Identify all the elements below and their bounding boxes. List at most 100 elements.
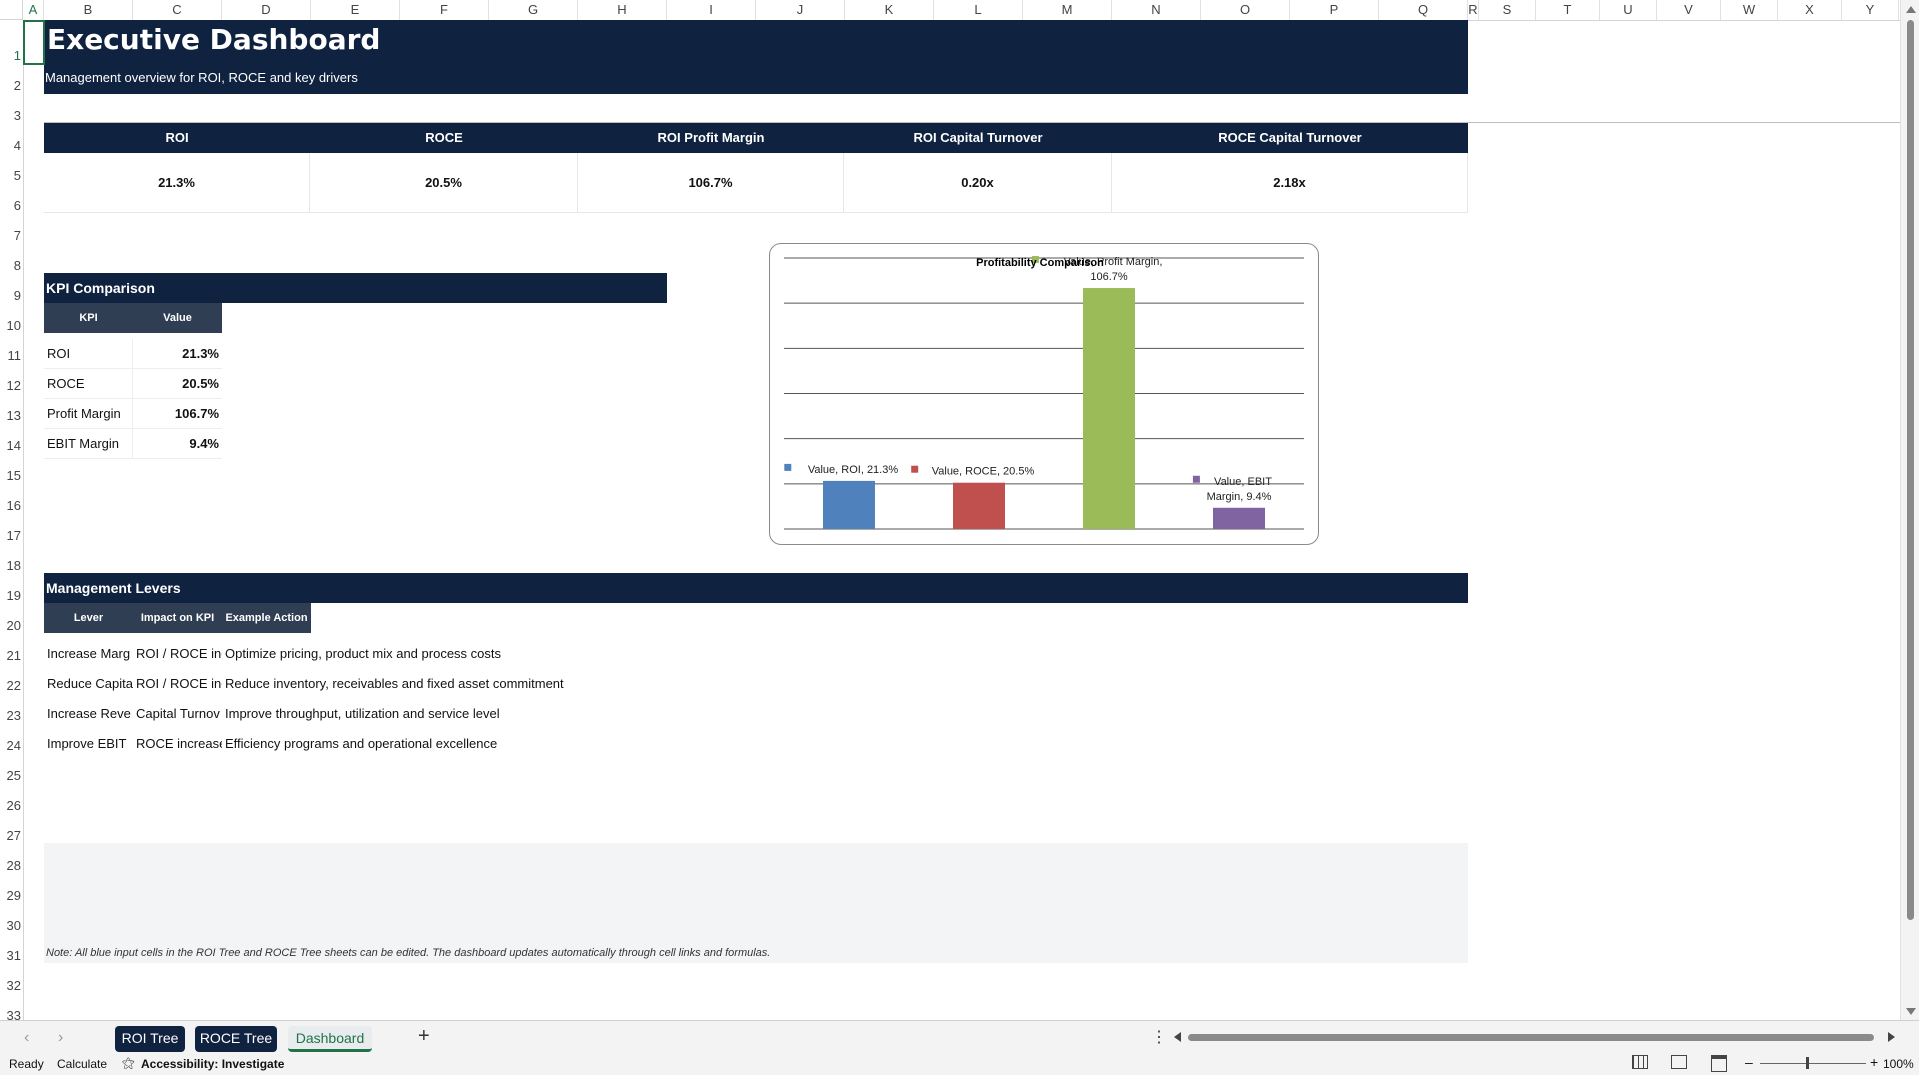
tab-scroll-left-icon[interactable]: ‹ [24, 1029, 29, 1047]
zoom-level[interactable]: 100% [1883, 1057, 1914, 1071]
select-all-corner[interactable] [0, 0, 23, 20]
column-header-w[interactable]: W [1721, 0, 1778, 20]
status-accessibility[interactable]: Accessibility: Investigate [141, 1057, 284, 1071]
column-header-t[interactable]: T [1536, 0, 1600, 20]
active-cell[interactable] [23, 20, 45, 65]
row-header-4[interactable]: 4 [0, 138, 23, 153]
column-header-s[interactable]: S [1479, 0, 1536, 20]
row-header-15[interactable]: 15 [0, 468, 23, 483]
kpi-row-roi-name[interactable]: ROI [44, 339, 133, 369]
profitability-chart[interactable]: Value, ROI, 21.3% Value, ROCE, 20.5% Value… [769, 243, 1319, 545]
column-header-p[interactable]: P [1290, 0, 1379, 20]
column-header-a[interactable]: A [23, 0, 44, 20]
column-header-x[interactable]: X [1778, 0, 1842, 20]
kpi-row-roce-name[interactable]: ROCE [44, 369, 133, 399]
lever-1-action[interactable]: Optimize pricing, product mix and proces… [222, 639, 822, 669]
h-scroll-left-icon[interactable] [1174, 1032, 1181, 1042]
tab-scroll-right-icon[interactable]: › [58, 1029, 63, 1047]
row-header-7[interactable]: 7 [0, 228, 23, 243]
row-header-16[interactable]: 16 [0, 498, 23, 513]
normal-view-icon[interactable] [1632, 1055, 1648, 1069]
row-header-13[interactable]: 13 [0, 408, 23, 423]
row-header-6[interactable]: 6 [0, 198, 23, 213]
row-header-5[interactable]: 5 [0, 168, 23, 183]
lever-4-name[interactable]: Improve EBIT [44, 729, 133, 759]
scroll-down-icon[interactable] [1906, 1008, 1916, 1015]
row-header-25[interactable]: 25 [0, 768, 23, 783]
column-header-b[interactable]: B [44, 0, 133, 20]
column-header-v[interactable]: V [1657, 0, 1721, 20]
row-header-28[interactable]: 28 [0, 858, 23, 873]
row-header-12[interactable]: 12 [0, 378, 23, 393]
row-header-32[interactable]: 32 [0, 978, 23, 993]
chart-bar-profit-margin[interactable] [1083, 288, 1135, 529]
zoom-slider[interactable] [1760, 1063, 1866, 1064]
lever-3-impact[interactable]: Capital Turnov [133, 699, 222, 729]
scroll-up-icon[interactable] [1906, 6, 1916, 13]
lever-3-action[interactable]: Improve throughput, utilization and serv… [222, 699, 822, 729]
column-header-k[interactable]: K [845, 0, 934, 20]
column-header-f[interactable]: F [400, 0, 489, 20]
more-options-icon[interactable]: ⋮ [1151, 1027, 1167, 1047]
chart-bar-ebit-margin[interactable] [1213, 507, 1265, 529]
zoom-slider-thumb[interactable] [1806, 1057, 1809, 1069]
chart-bar-roi[interactable] [823, 480, 875, 529]
kpi-value-roce-capital-turnover[interactable]: 2.18x [1112, 153, 1468, 213]
column-header-c[interactable]: C [133, 0, 222, 20]
page-break-view-icon[interactable] [1711, 1055, 1727, 1072]
tab-roi-tree[interactable]: ROI Tree [115, 1026, 185, 1052]
lever-4-impact[interactable]: ROCE increase [133, 729, 222, 759]
h-scroll-right-icon[interactable] [1888, 1032, 1895, 1042]
row-header-30[interactable]: 30 [0, 918, 23, 933]
row-header-24[interactable]: 24 [0, 738, 23, 753]
lever-4-action[interactable]: Efficiency programs and operational exce… [222, 729, 822, 759]
column-header-o[interactable]: O [1201, 0, 1290, 20]
column-header-d[interactable]: D [222, 0, 311, 20]
column-header-j[interactable]: J [756, 0, 845, 20]
lever-1-impact[interactable]: ROI / ROCE inc [133, 639, 222, 669]
kpi-row-profit-margin-name[interactable]: Profit Margin [44, 399, 133, 429]
kpi-row-roce-value[interactable]: 20.5% [133, 369, 222, 399]
column-header-h[interactable]: H [578, 0, 667, 20]
kpi-value-profit-margin[interactable]: 106.7% [578, 153, 844, 213]
row-header-29[interactable]: 29 [0, 888, 23, 903]
column-header-u[interactable]: U [1600, 0, 1657, 20]
tab-roce-tree[interactable]: ROCE Tree [195, 1026, 277, 1052]
column-header-l[interactable]: L [934, 0, 1023, 20]
accessibility-icon[interactable]: ⚝ [122, 1055, 135, 1071]
row-header-27[interactable]: 27 [0, 828, 23, 843]
kpi-row-ebit-margin-value[interactable]: 9.4% [133, 429, 222, 459]
row-header-9[interactable]: 9 [0, 288, 23, 303]
kpi-row-profit-margin-value[interactable]: 106.7% [133, 399, 222, 429]
row-header-11[interactable]: 11 [0, 348, 23, 363]
tab-dashboard[interactable]: Dashboard [288, 1026, 372, 1052]
row-header-3[interactable]: 3 [0, 108, 23, 123]
lever-3-name[interactable]: Increase Reve [44, 699, 133, 729]
row-header-20[interactable]: 20 [0, 618, 23, 633]
column-header-q[interactable]: Q [1379, 0, 1468, 20]
lever-2-name[interactable]: Reduce Capita [44, 669, 133, 699]
row-header-23[interactable]: 23 [0, 708, 23, 723]
column-header-m[interactable]: M [1023, 0, 1112, 20]
column-header-g[interactable]: G [489, 0, 578, 20]
kpi-row-roi-value[interactable]: 21.3% [133, 339, 222, 369]
row-header-21[interactable]: 21 [0, 648, 23, 663]
zoom-out-icon[interactable]: – [1745, 1054, 1753, 1070]
column-header-n[interactable]: N [1112, 0, 1201, 20]
lever-1-name[interactable]: Increase Marg [44, 639, 133, 669]
column-header-e[interactable]: E [311, 0, 400, 20]
add-sheet-icon[interactable]: + [418, 1025, 430, 1048]
page-layout-view-icon[interactable] [1671, 1055, 1687, 1069]
kpi-value-roi[interactable]: 21.3% [44, 153, 310, 213]
row-header-14[interactable]: 14 [0, 438, 23, 453]
column-header-r[interactable]: R [1468, 0, 1479, 20]
kpi-value-roce[interactable]: 20.5% [310, 153, 578, 213]
zoom-in-icon[interactable]: + [1870, 1054, 1878, 1070]
row-header-26[interactable]: 26 [0, 798, 23, 813]
row-header-8[interactable]: 8 [0, 258, 23, 273]
row-header-2[interactable]: 2 [0, 78, 23, 93]
chart-bar-roce[interactable] [953, 482, 1005, 529]
horizontal-scroll-thumb[interactable] [1188, 1034, 1874, 1041]
row-header-18[interactable]: 18 [0, 558, 23, 573]
lever-2-action[interactable]: Reduce inventory, receivables and fixed … [222, 669, 822, 699]
